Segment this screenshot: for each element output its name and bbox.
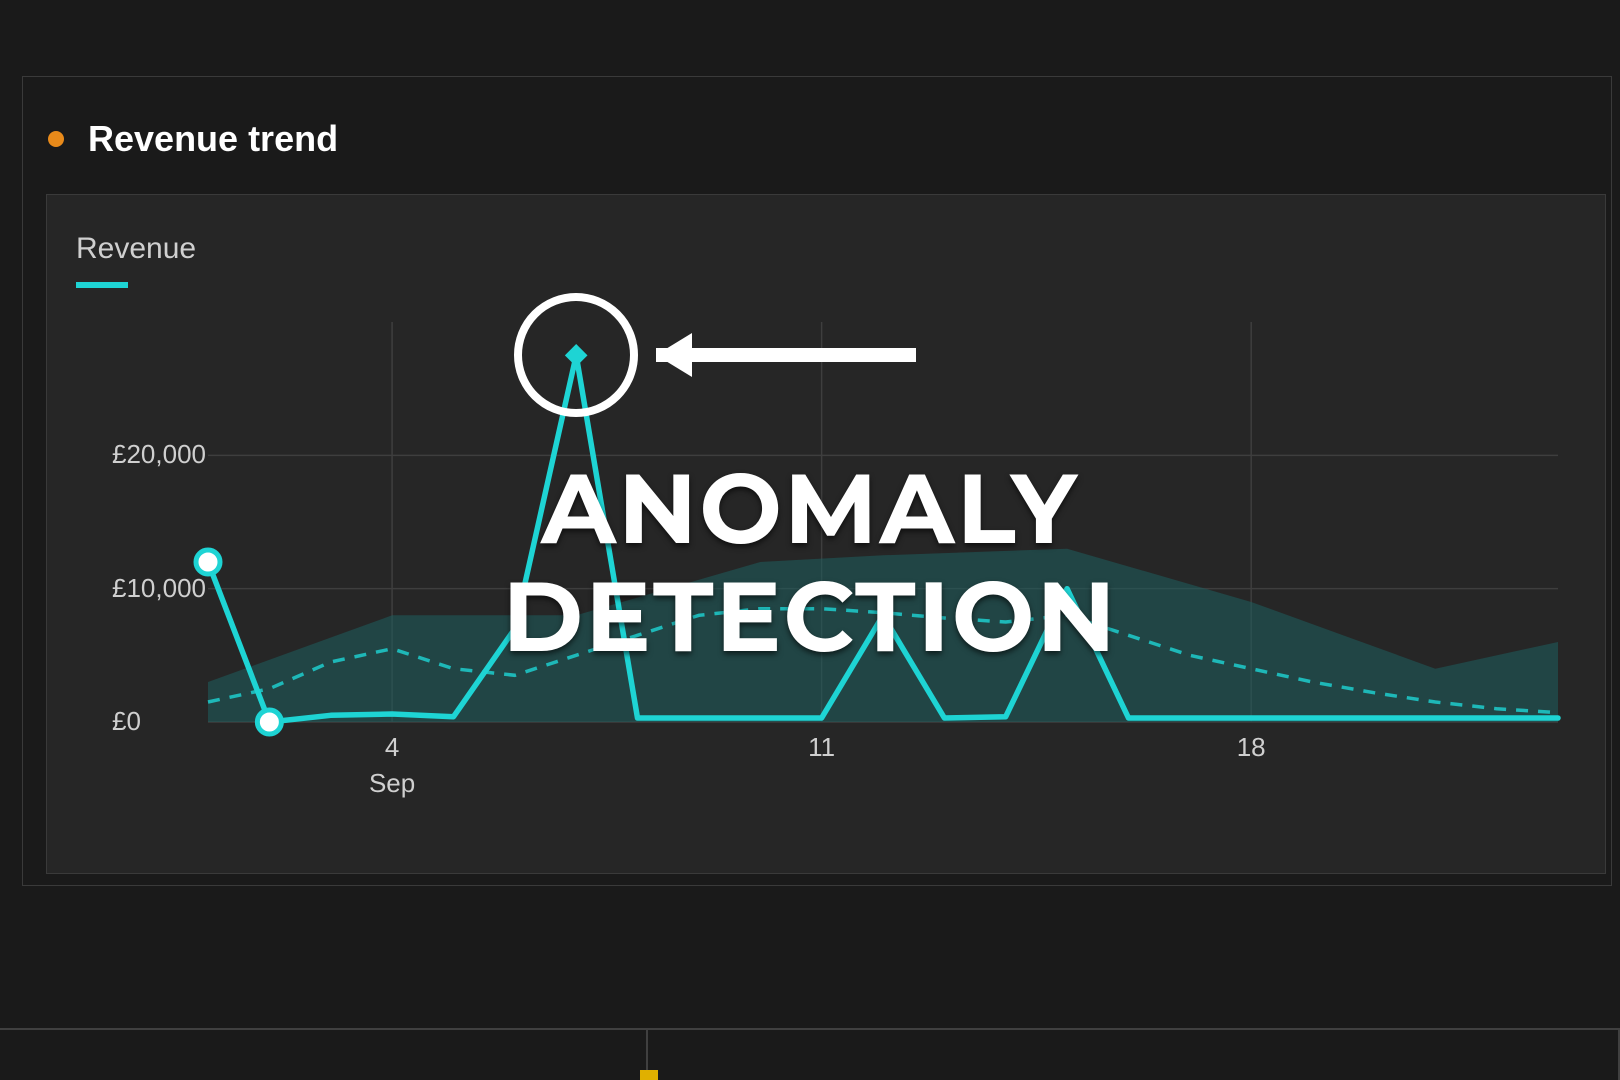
chart-svg <box>108 322 1568 792</box>
timeline-scrubber[interactable] <box>0 1028 1620 1080</box>
x-axis-tick: 4 <box>385 732 399 763</box>
card-title: Revenue trend <box>88 118 338 160</box>
dashboard-canvas: Revenue trend Revenue £0 £10,000 £20,000… <box>0 0 1620 1080</box>
timeline-segment <box>0 1030 648 1080</box>
x-axis-tick: 18 <box>1237 732 1266 763</box>
timeline-marker-icon[interactable] <box>640 1070 658 1080</box>
x-axis-month-label: Sep <box>369 768 415 799</box>
card-bullet-icon <box>48 131 64 147</box>
timeline-segment <box>648 1030 1620 1080</box>
card-header: Revenue trend <box>48 118 338 160</box>
y-axis-tick: £20,000 <box>112 439 206 470</box>
x-axis-tick: 11 <box>808 732 835 763</box>
y-axis-tick: £0 <box>112 706 141 737</box>
chart-plot-area[interactable] <box>108 322 1568 792</box>
y-axis-tick: £10,000 <box>112 573 206 604</box>
series-label: Revenue <box>76 232 196 266</box>
series-underline <box>76 282 128 288</box>
